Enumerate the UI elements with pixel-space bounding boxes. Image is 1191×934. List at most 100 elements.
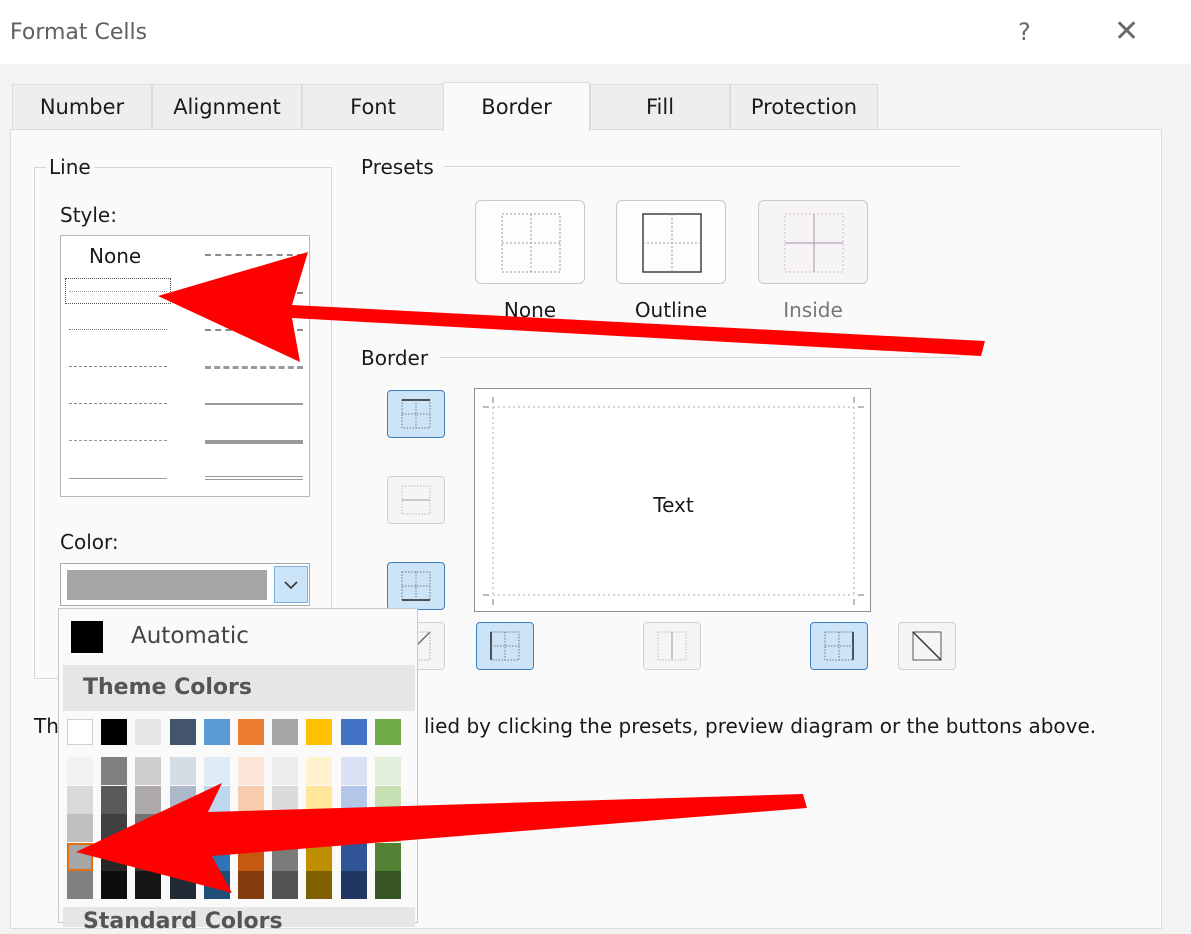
theme-shade-swatch[interactable] [101, 785, 128, 814]
color-palette-popup: Automatic Theme Colors Standard Colors [58, 608, 418, 934]
theme-shade-swatch[interactable] [272, 814, 299, 842]
line-style-dash-dot-dot[interactable] [69, 366, 167, 367]
line-style-list[interactable]: None [60, 235, 310, 497]
theme-shade-swatch[interactable] [374, 842, 401, 871]
theme-shade-swatch[interactable] [135, 757, 162, 785]
line-style-dashed[interactable] [69, 440, 167, 441]
theme-shade-swatch[interactable] [340, 871, 367, 899]
preset-inside-button[interactable] [758, 200, 868, 284]
theme-shade-swatch[interactable] [169, 871, 196, 899]
color-dropdown[interactable] [60, 563, 310, 606]
theme-shade-swatch[interactable] [306, 785, 333, 814]
theme-shade-swatch[interactable] [135, 871, 162, 899]
tab-border[interactable]: Border [443, 82, 590, 131]
theme-color-swatch[interactable] [340, 719, 367, 745]
tab-protection[interactable]: Protection [730, 84, 878, 129]
border-bottom-button[interactable] [387, 562, 445, 610]
selected-color-swatch[interactable] [67, 842, 93, 871]
theme-shade-swatch[interactable] [203, 785, 230, 814]
theme-color-swatch[interactable] [306, 719, 333, 745]
theme-shade-swatch[interactable] [135, 814, 162, 842]
theme-shade-swatch[interactable] [135, 785, 162, 814]
color-dropdown-button[interactable] [274, 566, 308, 603]
theme-shade-swatch[interactable] [374, 757, 401, 785]
line-style-dotted[interactable] [69, 329, 167, 330]
theme-shade-swatch[interactable] [67, 814, 93, 842]
theme-shade-swatch[interactable] [374, 785, 401, 814]
theme-shade-swatch[interactable] [340, 842, 367, 871]
theme-shade-swatch[interactable] [203, 814, 230, 842]
line-style-hair[interactable] [69, 291, 167, 292]
theme-shade-swatch[interactable] [67, 785, 93, 814]
theme-shade-swatch[interactable] [374, 871, 401, 899]
theme-shade-swatch[interactable] [272, 757, 299, 785]
tab-fill[interactable]: Fill [590, 84, 730, 129]
theme-shade-swatch[interactable] [272, 871, 299, 899]
theme-shade-swatch[interactable] [169, 785, 196, 814]
help-button[interactable]: ? [1018, 18, 1031, 46]
line-style-medium-dash-dot[interactable] [205, 329, 303, 331]
theme-shade-swatch[interactable] [101, 814, 128, 842]
preset-none-button[interactable] [475, 200, 585, 284]
theme-color-swatch[interactable] [238, 719, 264, 745]
line-style-medium[interactable] [205, 403, 303, 405]
automatic-color-option[interactable]: Automatic [59, 609, 417, 665]
theme-shade-swatch[interactable] [238, 814, 264, 842]
line-style-thick[interactable] [205, 440, 303, 444]
theme-shade-swatch[interactable] [374, 814, 401, 842]
theme-shade-swatch[interactable] [306, 842, 333, 871]
line-style-medium-dashed[interactable] [205, 366, 303, 369]
theme-shade-swatch[interactable] [169, 814, 196, 842]
theme-shade-swatch[interactable] [203, 757, 230, 785]
theme-shade-swatch[interactable] [238, 871, 264, 899]
theme-shade-swatch[interactable] [340, 785, 367, 814]
theme-color-swatch[interactable] [169, 719, 196, 745]
close-button[interactable]: ✕ [1114, 14, 1139, 49]
theme-shade-swatch[interactable] [238, 785, 264, 814]
tab-alignment[interactable]: Alignment [152, 84, 302, 129]
theme-shade-swatch[interactable] [203, 871, 230, 899]
line-style-double[interactable] [205, 476, 303, 480]
preset-inside-label: Inside [783, 298, 843, 322]
theme-color-swatch[interactable] [135, 719, 162, 745]
line-style-thin[interactable] [69, 478, 167, 479]
theme-shade-swatch[interactable] [169, 842, 196, 871]
preset-outline-button[interactable] [616, 200, 726, 284]
line-style-slant-dash-dot[interactable] [205, 292, 303, 294]
theme-shade-swatch[interactable] [340, 814, 367, 842]
theme-shade-swatch[interactable] [306, 757, 333, 785]
tab-font[interactable]: Font [302, 84, 444, 129]
border-left-button[interactable] [476, 622, 534, 670]
theme-color-swatch[interactable] [272, 719, 299, 745]
theme-shade-swatch[interactable] [135, 842, 162, 871]
theme-shade-swatch[interactable] [169, 757, 196, 785]
line-style-none[interactable]: None [89, 244, 141, 268]
style-label: Style: [60, 203, 117, 227]
theme-color-swatch[interactable] [101, 719, 128, 745]
line-style-medium-dash-dot-dot[interactable] [205, 254, 303, 256]
border-center-button[interactable] [643, 622, 701, 670]
theme-shade-swatch[interactable] [203, 842, 230, 871]
theme-color-swatch[interactable] [203, 719, 230, 745]
border-middle-button[interactable] [387, 476, 445, 524]
theme-shade-swatch[interactable] [306, 814, 333, 842]
theme-shade-swatch[interactable] [272, 785, 299, 814]
theme-shade-swatch[interactable] [101, 842, 128, 871]
theme-shade-swatch[interactable] [67, 871, 93, 899]
theme-shade-swatch[interactable] [340, 757, 367, 785]
border-diagonal-down-button[interactable] [898, 622, 956, 670]
theme-shade-swatch[interactable] [238, 842, 264, 871]
border-top-button[interactable] [387, 390, 445, 438]
line-style-dash-dot[interactable] [69, 403, 167, 404]
border-preview[interactable]: Text [474, 388, 871, 612]
theme-shade-swatch[interactable] [101, 871, 128, 899]
border-right-button[interactable] [810, 622, 868, 670]
tab-number[interactable]: Number [12, 84, 152, 129]
theme-color-swatch[interactable] [67, 719, 93, 745]
theme-shade-swatch[interactable] [272, 842, 299, 871]
theme-shade-swatch[interactable] [101, 757, 128, 785]
theme-shade-swatch[interactable] [238, 757, 264, 785]
theme-shade-swatch[interactable] [306, 871, 333, 899]
theme-color-swatch[interactable] [374, 719, 401, 745]
theme-shade-swatch[interactable] [67, 757, 93, 785]
